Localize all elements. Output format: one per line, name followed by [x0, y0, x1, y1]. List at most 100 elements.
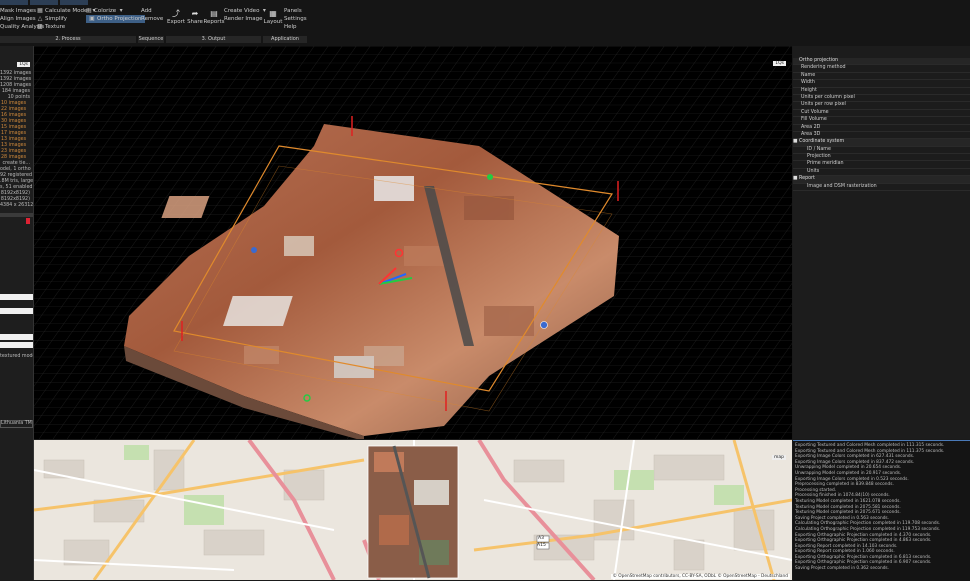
button-label: Simplify [45, 16, 68, 22]
input-bar[interactable] [0, 334, 33, 340]
map-badge[interactable]: map [772, 455, 786, 460]
info-list: create tie... odel, 1 ortho 92 registered.… [0, 161, 33, 209]
property-label: Projection [807, 154, 831, 160]
section-title: Report [799, 176, 815, 182]
button-label: Colorize [94, 8, 117, 14]
group-label-sequence: Sequence [138, 36, 164, 43]
ortho-projection-button[interactable]: ▣ Ortho Projection [86, 15, 145, 23]
section-title: Ortho projection [799, 58, 839, 63]
panels-button[interactable]: Panels [284, 7, 307, 15]
property-label: Width [801, 80, 815, 86]
button-label: Add [141, 8, 152, 14]
input-bar[interactable] [0, 308, 33, 314]
road-label: A3 [538, 536, 544, 541]
marker[interactable] [487, 174, 493, 180]
section-title: Coordinate system [799, 139, 845, 145]
output-big-buttons: ⤴ Export ➦ Share ▤ Reports [167, 9, 225, 25]
reports-button[interactable]: ▤ Reports [203, 9, 224, 25]
grid-icon: ▩ [37, 23, 43, 30]
help-button[interactable]: Help [284, 23, 307, 31]
property-row[interactable]: Width [793, 80, 970, 88]
3d-viewport[interactable]: 1Qs [34, 46, 792, 439]
property-row[interactable]: Area 2D [793, 125, 970, 132]
button-label: Help [284, 24, 297, 30]
viewport-badge[interactable]: 1Qs [773, 61, 786, 66]
button-label: Layout [263, 19, 283, 25]
button-label: Calculate Model [45, 8, 89, 14]
log-console: Exporting Textured and Colored Mesh comp… [793, 440, 970, 581]
palette-icon: ▤ [86, 7, 92, 14]
property-label: Area 2D [801, 124, 821, 130]
texture-button[interactable]: ▩ Texture [37, 23, 97, 31]
property-label: ID / Name [807, 146, 831, 152]
ribbon-tab[interactable] [60, 0, 88, 5]
button-label: Export [167, 19, 186, 25]
dropdown-arrow-icon: ▾ [119, 7, 123, 14]
map-view[interactable]: A3 A15 map © OpenStreetMap contributors,… [34, 440, 792, 580]
property-label: Fill Volume [801, 117, 827, 123]
render-image-button[interactable]: Render Image [224, 15, 267, 23]
left-panel: 1Qs 1392 images 1392 images 1208 images 184… [0, 46, 34, 580]
property-row[interactable]: Units per row pixel [793, 102, 970, 110]
property-row[interactable]: Image and DSM rasterization [793, 184, 970, 192]
info-item: 4384 x 26312 [0, 203, 34, 208]
log-line: Saving Project completed in 0.362 second… [795, 566, 890, 572]
button-label: Remove [141, 16, 164, 22]
property-rows: Rendering method Name Width Height Units per… [793, 65, 970, 140]
remove-button[interactable]: Remove [141, 15, 163, 23]
ribbon-tab[interactable] [30, 0, 58, 5]
button-label: Settings [284, 16, 307, 22]
property-row[interactable]: Prime meridian [793, 161, 970, 169]
property-label: Area 3D [801, 131, 821, 137]
panel-badge[interactable]: 1Qs [17, 62, 30, 67]
button-label: Mask Images [0, 8, 37, 14]
application-items: Panels Settings Help [284, 7, 307, 31]
section-report[interactable]: ■Report [793, 176, 970, 184]
group-label-process: 2. Process [0, 36, 136, 43]
input-bar[interactable] [0, 294, 33, 300]
property-label: Name [801, 72, 816, 78]
output-items: Create Video ▾ Render Image [224, 7, 267, 23]
property-label: Units per column pixel [801, 94, 855, 100]
property-row[interactable]: ID / Name [793, 146, 970, 155]
button-label: Texture [45, 24, 66, 30]
section-coordinate-system[interactable]: ■Coordinate system [793, 139, 970, 147]
map-canvas [34, 440, 792, 580]
create-video-button[interactable]: Create Video ▾ [224, 7, 267, 15]
layout-icon: ▦ [269, 9, 277, 18]
property-label: Cut Volume [801, 109, 829, 115]
process-col3: ▤ Colorize ▾ ▣ Ortho Projection [86, 7, 145, 23]
add-button[interactable]: Add [141, 7, 163, 15]
ribbon-tabs [0, 0, 100, 5]
close-icon[interactable] [26, 218, 30, 224]
triangle-icon: △ [37, 15, 43, 22]
layout-button[interactable]: ▦ Layout [263, 9, 283, 25]
3d-scene [34, 46, 792, 439]
button-label: Align Images [0, 16, 36, 22]
export-icon: ⤴ [172, 9, 180, 18]
coordinate-system-field[interactable]: Lithuania TM [0, 420, 33, 428]
export-button[interactable]: ⤴ Export [167, 9, 185, 25]
marker[interactable] [540, 321, 548, 329]
property-row[interactable]: Rendering method [793, 65, 970, 73]
settings-button[interactable]: Settings [284, 15, 307, 23]
ribbon-tab[interactable] [0, 0, 28, 5]
input-bar[interactable] [0, 342, 33, 348]
ribbon-toolbar: Mask Images Align Images Quality Analysi… [0, 0, 970, 46]
colorize-button[interactable]: ▤ Colorize ▾ [86, 7, 145, 15]
property-label: Prime meridian [807, 161, 844, 167]
log-line: Exporting Textured and Colored Mesh comp… [795, 443, 945, 448]
property-label: Height [801, 87, 817, 93]
marker[interactable] [251, 247, 257, 253]
property-row[interactable]: Name [793, 72, 970, 81]
sequence-group: Add Remove [141, 7, 163, 23]
map-attribution[interactable]: © OpenStreetMap contributors, CC-BY-SA, … [610, 574, 790, 579]
report-icon: ▤ [210, 9, 218, 18]
button-label: Panels [284, 8, 302, 14]
coordinate-rows: ID / Name Projection Prime meridian Units [793, 147, 970, 177]
property-row[interactable]: Height [793, 88, 970, 95]
property-row[interactable]: Units [793, 169, 970, 177]
property-row[interactable]: Fill Volume [793, 117, 970, 125]
share-button[interactable]: ➦ Share [186, 9, 204, 25]
road-label: A15 [537, 543, 546, 548]
